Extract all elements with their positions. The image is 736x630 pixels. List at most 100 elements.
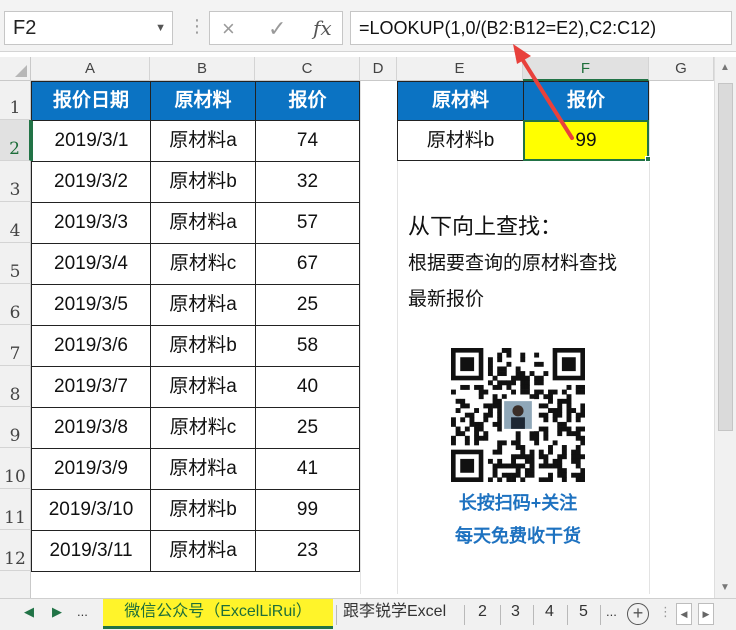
price-cell[interactable]: 57 (255, 202, 360, 244)
row-header-2[interactable]: 2 (0, 120, 31, 161)
tab-divider (533, 605, 534, 625)
material-cell[interactable]: 原材料a (150, 120, 256, 162)
material-cell[interactable]: 原材料a (150, 448, 256, 490)
date-cell[interactable]: 2019/3/5 (31, 284, 151, 326)
material-cell[interactable]: 原材料a (150, 366, 256, 408)
material-cell[interactable]: 原材料c (150, 407, 256, 449)
row-number: 4 (9, 221, 21, 241)
next-sheet-icon[interactable]: ▶ (52, 604, 62, 620)
price-cell[interactable]: 99 (255, 489, 360, 531)
row-number: 2 (9, 139, 20, 159)
date-cell[interactable]: 2019/3/8 (31, 407, 151, 449)
row-header-4[interactable]: 4 (0, 202, 31, 243)
material-cell[interactable]: 原材料a (150, 284, 256, 326)
drag-handle-icon[interactable]: ⋮ (188, 16, 206, 37)
header-price[interactable]: 报价 (255, 81, 360, 121)
row-number: 12 (4, 549, 26, 569)
column-header-g[interactable]: G (649, 57, 714, 81)
row-number: 9 (9, 426, 21, 446)
row-header-9[interactable]: 9 (0, 407, 31, 448)
tab-divider (464, 605, 465, 625)
row-header-12[interactable]: 12 (0, 530, 31, 571)
column-header-b[interactable]: B (150, 57, 255, 81)
row-number: 8 (9, 385, 21, 405)
row-number: 7 (9, 344, 21, 364)
date-cell[interactable]: 2019/3/6 (31, 325, 151, 367)
qr-caption-1: 长按扫码+关注 (458, 493, 578, 513)
price-cell[interactable]: 23 (255, 530, 360, 572)
row-header-13[interactable] (0, 571, 31, 598)
date-cell[interactable]: 2019/3/7 (31, 366, 151, 408)
date-cell[interactable]: 2019/3/3 (31, 202, 151, 244)
cancel-icon[interactable]: × (222, 16, 235, 42)
date-cell[interactable]: 2019/3/4 (31, 243, 151, 285)
price-cell[interactable]: 58 (255, 325, 360, 367)
column-header-c[interactable]: C (255, 57, 360, 81)
price-cell[interactable]: 25 (255, 284, 360, 326)
row-header-11[interactable]: 11 (0, 489, 31, 530)
scrollbar-thumb[interactable] (718, 83, 733, 431)
row-number: 6 (9, 303, 21, 323)
row-header-5[interactable]: 5 (0, 243, 31, 284)
insert-function-icon[interactable]: fx (313, 16, 332, 40)
material-cell[interactable]: 原材料b (150, 489, 256, 531)
sheet-tab-2[interactable]: 2 (472, 599, 493, 629)
note-line-1: 根据要查询的原材料查找 (408, 253, 618, 274)
qr-code-icon (451, 348, 586, 483)
header-date[interactable]: 报价日期 (31, 81, 151, 121)
price-cell[interactable]: 40 (255, 366, 360, 408)
vertical-scrollbar[interactable]: ▲ ▼ (714, 57, 736, 598)
tab-divider (500, 605, 501, 625)
grid-line (360, 81, 361, 594)
date-cell[interactable]: 2019/3/9 (31, 448, 151, 490)
price-cell[interactable]: 74 (255, 120, 360, 162)
prev-sheet-icon[interactable]: ◀ (24, 604, 34, 620)
sheet-tab-excel[interactable]: 跟李锐学Excel (337, 599, 452, 629)
material-cell[interactable]: 原材料a (150, 530, 256, 572)
price-cell[interactable]: 32 (255, 161, 360, 203)
price-cell[interactable]: 67 (255, 243, 360, 285)
select-all-corner[interactable] (0, 57, 31, 81)
row-number: 10 (4, 467, 26, 487)
column-header-a[interactable]: A (31, 57, 150, 81)
column-header-d[interactable]: D (360, 57, 397, 81)
scroll-up-icon[interactable]: ▲ (720, 62, 730, 73)
date-cell[interactable]: 2019/3/2 (31, 161, 151, 203)
enter-icon[interactable]: ✓ (268, 16, 286, 42)
fill-handle[interactable] (645, 156, 651, 162)
scroll-down-icon[interactable]: ▼ (720, 582, 730, 593)
material-cell[interactable]: 原材料b (150, 161, 256, 203)
row-header-10[interactable]: 10 (0, 448, 31, 489)
scroll-left-icon[interactable]: ◀ (676, 603, 692, 625)
note-line-2: 最新报价 (408, 289, 485, 310)
price-cell[interactable]: 25 (255, 407, 360, 449)
material-cell[interactable]: 原材料a (150, 202, 256, 244)
sheet-tab-5[interactable]: 5 (573, 599, 594, 629)
material-cell[interactable]: 原材料b (150, 325, 256, 367)
date-cell[interactable]: 2019/3/10 (31, 489, 151, 531)
name-box[interactable]: F2 ▼ (4, 11, 173, 45)
more-sheets-right[interactable]: ... (606, 604, 617, 619)
date-cell[interactable]: 2019/3/11 (31, 530, 151, 572)
tab-scroll-handle-icon[interactable]: ⋮ (659, 604, 672, 620)
row-header-8[interactable]: 8 (0, 366, 31, 407)
formula-bar: F2 ▼ ⋮ × ✓ fx =LOOKUP(1,0/(B2:B12=E2),C2… (0, 0, 736, 52)
price-cell[interactable]: 41 (255, 448, 360, 490)
formula-buttons: × ✓ fx (209, 11, 343, 45)
header-material[interactable]: 原材料 (150, 81, 256, 121)
sheet-tab-wechat[interactable]: 微信公众号（ExcelLiRui） (103, 599, 333, 629)
more-sheets-left[interactable]: ... (77, 604, 88, 619)
add-sheet-icon[interactable]: + (627, 603, 649, 625)
scroll-right-icon[interactable]: ▶ (698, 603, 714, 625)
tab-divider (600, 605, 601, 625)
sheet-tab-4[interactable]: 4 (539, 599, 560, 629)
material-cell[interactable]: 原材料c (150, 243, 256, 285)
chevron-down-icon[interactable]: ▼ (155, 12, 166, 44)
row-header-3[interactable]: 3 (0, 161, 31, 202)
row-header-7[interactable]: 7 (0, 325, 31, 366)
date-cell[interactable]: 2019/3/1 (31, 120, 151, 162)
name-box-value: F2 (13, 17, 37, 39)
row-header-1[interactable]: 1 (0, 81, 31, 120)
sheet-tab-3[interactable]: 3 (505, 599, 526, 629)
row-header-6[interactable]: 6 (0, 284, 31, 325)
